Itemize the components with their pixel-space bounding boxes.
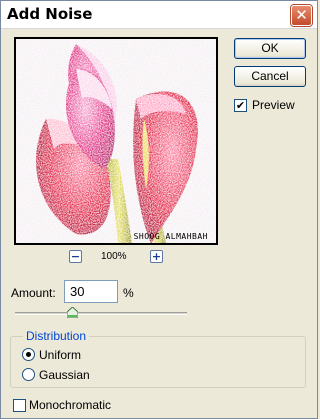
close-button[interactable]: ✕ xyxy=(291,5,312,26)
title-bar[interactable]: Add Noise ✕ xyxy=(1,1,317,29)
preview-image[interactable]: SHOOG ALMAHBAH xyxy=(16,39,216,243)
ok-button[interactable]: OK xyxy=(234,38,306,59)
preview-frame[interactable]: SHOOG ALMAHBAH xyxy=(14,37,218,245)
close-icon: ✕ xyxy=(295,6,308,24)
amount-slider-thumb[interactable] xyxy=(67,307,78,318)
image-watermark: SHOOG ALMAHBAH xyxy=(133,232,208,241)
distribution-title: Distribution xyxy=(23,329,90,343)
amount-label: Amount: xyxy=(11,286,56,300)
preview-checkbox[interactable]: ✔ xyxy=(234,99,247,112)
minus-icon: − xyxy=(70,250,81,263)
amount-input[interactable]: 30 xyxy=(64,280,118,303)
dialog-title: Add Noise xyxy=(7,5,93,23)
uniform-radio[interactable] xyxy=(22,348,35,361)
zoom-in-button[interactable]: + xyxy=(150,250,163,263)
plus-icon: + xyxy=(151,250,162,263)
add-noise-dialog: Add Noise ✕ SHOOG ALMAHBAH − 100% + OK C… xyxy=(0,0,318,419)
cancel-button[interactable]: Cancel xyxy=(234,66,306,87)
uniform-label[interactable]: Uniform xyxy=(39,348,81,362)
zoom-controls: − 100% + xyxy=(14,250,218,264)
zoom-level: 100% xyxy=(101,251,127,262)
gaussian-radio[interactable] xyxy=(22,368,35,381)
calla-lily-picture xyxy=(16,39,216,243)
zoom-out-button[interactable]: − xyxy=(69,250,82,263)
amount-unit: % xyxy=(123,286,134,300)
amount-slider-track[interactable] xyxy=(15,312,187,315)
preview-label[interactable]: Preview xyxy=(252,98,295,112)
gaussian-label[interactable]: Gaussian xyxy=(39,368,90,382)
monochromatic-label[interactable]: Monochromatic xyxy=(29,398,111,412)
checkmark-icon: ✔ xyxy=(235,99,246,112)
monochromatic-checkbox[interactable] xyxy=(13,399,26,412)
